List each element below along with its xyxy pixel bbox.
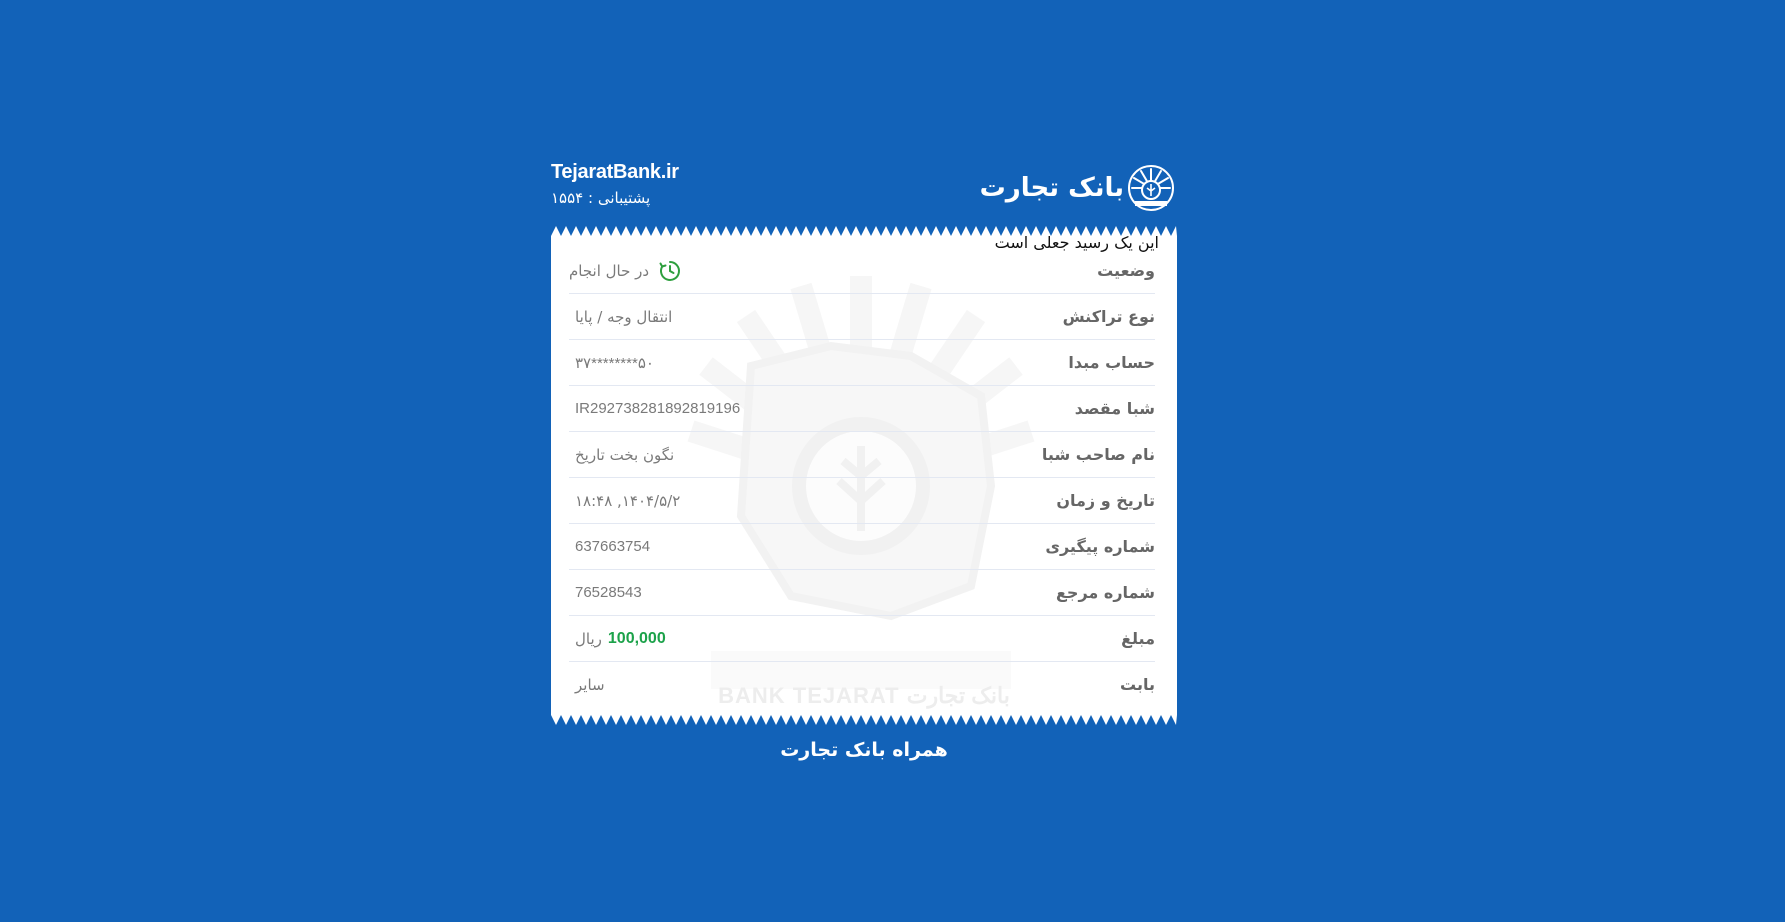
amount-value-group: 100,000 ریال xyxy=(569,630,666,648)
receipt-body: BANK TEJARAT بانک تجارت این یک رسید جعلی… xyxy=(551,236,1177,715)
tracking-number-value: 637663754 xyxy=(575,538,651,555)
status-value: در حال انجام xyxy=(569,261,650,280)
row-purpose: سایر بابت xyxy=(569,662,1155,707)
row-tracking-number: 637663754 شماره پیگیری xyxy=(569,524,1155,570)
transaction-type-value: انتقال وجه / پایا xyxy=(575,307,673,326)
amount-currency: ریال xyxy=(575,629,602,648)
row-reference-number: 76528543 شماره مرجع xyxy=(569,570,1155,616)
footer-app-name: همراه بانک تجارت xyxy=(780,739,948,761)
site-address: TejaratBank.ir xyxy=(551,161,679,183)
row-status: در حال انجام وضعیت xyxy=(569,248,1155,294)
amount-number: 100,000 xyxy=(607,629,666,647)
destination-sheba-label: شبا مقصد xyxy=(1074,399,1155,418)
receipt-bottom-edge xyxy=(551,715,1177,725)
source-account-label: حساب مبدا xyxy=(1068,353,1155,372)
receipt-container: TejaratBank.ir پشتیبانی : ۱۵۵۴ بانک تجار… xyxy=(551,158,1177,761)
datetime-label: تاریخ و زمان xyxy=(1056,491,1155,510)
support-phone: پشتیبانی : ۱۵۵۴ xyxy=(551,189,651,207)
transaction-type-label: نوع تراکنش xyxy=(1062,307,1155,326)
purpose-label: بابت xyxy=(1120,675,1155,694)
row-destination-sheba: IR292738281892819196 شبا مقصد xyxy=(569,386,1155,432)
receipt-details: در حال انجام وضعیت انتقال وجه / پایا نوع… xyxy=(569,248,1155,707)
sheba-owner-value: نگون بخت تاریخ xyxy=(575,445,675,464)
row-datetime: ۱۴۰۴/۵/۲, ۱۸:۴۸ تاریخ و زمان xyxy=(569,478,1155,524)
purpose-value: سایر xyxy=(575,675,605,694)
bank-emblem-icon xyxy=(1128,165,1174,211)
row-transaction-type: انتقال وجه / پایا نوع تراکنش xyxy=(569,294,1155,340)
status-label: وضعیت xyxy=(1097,261,1155,280)
datetime-value: ۱۴۰۴/۵/۲, ۱۸:۴۸ xyxy=(575,491,681,510)
row-source-account: ۳۷********۵۰ حساب مبدا xyxy=(569,340,1155,386)
receipt-top-edge xyxy=(551,226,1177,236)
bank-logo-text: بانک تجارت xyxy=(979,173,1125,203)
reference-number-label: شماره مرجع xyxy=(1055,583,1155,602)
source-account-value: ۳۷********۵۰ xyxy=(575,354,654,372)
row-sheba-owner: نگون بخت تاریخ نام صاحب شبا xyxy=(569,432,1155,478)
reference-number-value: 76528543 xyxy=(575,584,642,601)
amount-label: مبلغ xyxy=(1121,629,1155,648)
pending-clock-icon xyxy=(659,260,681,281)
receipt-header: TejaratBank.ir پشتیبانی : ۱۵۵۴ بانک تجار… xyxy=(551,158,1177,226)
bank-logo: بانک تجارت xyxy=(980,164,1175,212)
tracking-number-label: شماره پیگیری xyxy=(1045,537,1155,556)
row-amount: 100,000 ریال مبلغ xyxy=(569,616,1155,662)
sheba-owner-label: نام صاحب شبا xyxy=(1041,445,1155,464)
status-value-group: در حال انجام xyxy=(569,260,681,282)
site-info: TejaratBank.ir پشتیبانی : ۱۵۵۴ xyxy=(551,161,679,207)
destination-sheba-value: IR292738281892819196 xyxy=(575,400,741,417)
